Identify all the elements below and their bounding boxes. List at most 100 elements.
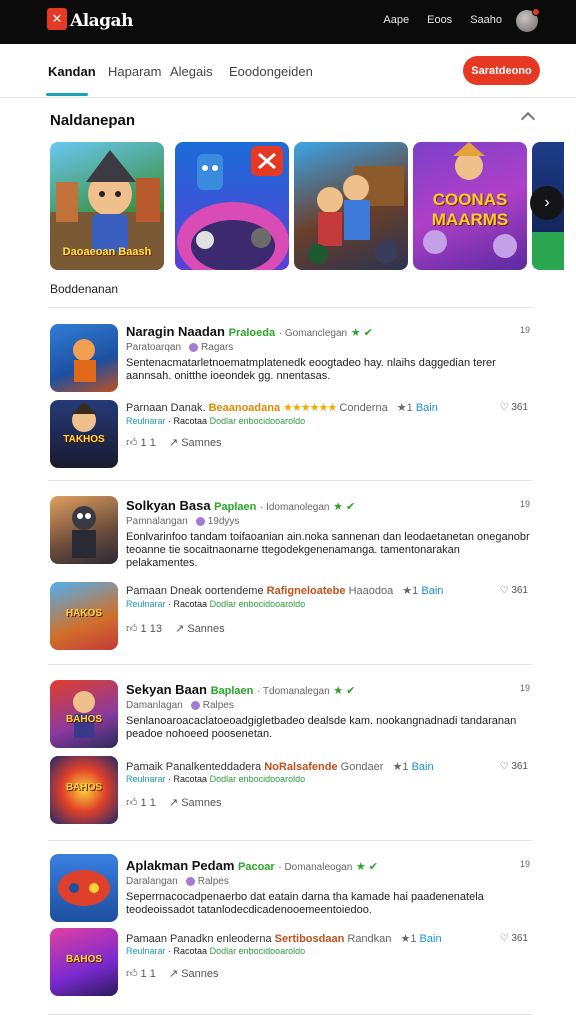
action-row: 👍︎ 1 13 ↗ Sannes xyxy=(126,622,225,635)
sub-item-row: Pamaik Panalkenteddadera NoRalsafende Go… xyxy=(126,760,434,773)
item-title-row: Solkyan Basa Paplaen · Idomanolegan ★ ✔ xyxy=(126,498,356,513)
tag-a[interactable]: Reulnarar xyxy=(126,416,166,426)
action-row: 👍︎ 1 1 ↗ Sannes xyxy=(126,967,219,980)
game-thumbnail[interactable] xyxy=(50,496,118,564)
verified-icon: ★ ✔ xyxy=(355,861,379,873)
sub-item-count: 1 xyxy=(406,402,413,414)
sub-item-title[interactable]: Parnaan Danak. xyxy=(126,402,206,414)
sub-thumbnail[interactable]: BAHOS xyxy=(50,928,118,996)
list-item[interactable]: BAHOS Sekyan Baan Baplaen · Tdomanalegan… xyxy=(48,678,532,828)
sub-item-title[interactable]: Pamaan Panadkn enleoderna xyxy=(126,933,272,945)
item-title[interactable]: Solkyan Basa xyxy=(126,498,211,513)
tag-icon xyxy=(185,876,195,886)
sub-item-count: 1 xyxy=(412,585,419,597)
like-icon[interactable]: 👍︎ 1 xyxy=(126,623,147,635)
share-label[interactable]: Samnes xyxy=(181,797,221,809)
star-rating-icon: ★★★★★★ xyxy=(283,402,337,414)
like-icon[interactable]: 👍︎ 1 xyxy=(126,797,147,809)
gamepad-icon xyxy=(58,870,110,906)
item-author[interactable]: Damanlagan xyxy=(126,700,183,711)
sub-thumbnail[interactable]: HAKOS xyxy=(50,582,118,650)
nav-item-3[interactable]: Saaho xyxy=(470,14,502,26)
primary-cta-button[interactable]: Saratdeono xyxy=(463,56,540,85)
tag-c[interactable]: Dodlar enbocidooaroldo xyxy=(210,416,306,426)
item-badge: Baplaen xyxy=(210,685,254,697)
featured-tile-4[interactable]: COONAS MAARMS xyxy=(413,142,527,270)
item-meta: Tdomanalegan xyxy=(262,686,330,697)
card-divider xyxy=(48,1014,532,1015)
tag-c[interactable]: Dodlar enbocidooaroldo xyxy=(210,774,306,784)
sub-thumbnail[interactable]: TAKHOS xyxy=(50,400,118,468)
comment-count-value: 361 xyxy=(511,402,528,413)
share-icon[interactable]: ↗ xyxy=(175,623,184,635)
comment-count[interactable]: ♡ 361 xyxy=(500,761,528,772)
featured-tile-2[interactable] xyxy=(175,142,289,270)
item-badge: Praloeda xyxy=(228,327,276,339)
featured-tile-3[interactable] xyxy=(294,142,408,270)
item-title[interactable]: Sekyan Baan xyxy=(126,682,207,697)
item-tag: Ragars xyxy=(201,342,234,353)
top-bar: ✕ Alagah Aape Eoos Saaho xyxy=(0,0,576,44)
nav-item-2[interactable]: Eoos xyxy=(427,14,452,26)
tag-a[interactable]: Reulnarar xyxy=(126,774,166,784)
app-logo[interactable]: ✕ xyxy=(47,8,67,30)
game-thumbnail[interactable]: BAHOS xyxy=(50,680,118,748)
tag-a[interactable]: Reulnarar xyxy=(126,599,166,609)
sub-item-title[interactable]: Pamaan Dneak oortendeme xyxy=(126,585,264,597)
game-thumbnail[interactable] xyxy=(50,854,118,922)
comment-count[interactable]: ♡ 361 xyxy=(500,933,528,944)
comment-count[interactable]: ♡ 361 xyxy=(500,585,528,596)
sub-item-row: Pamaan Panadkn enleoderna Sertibosdaan R… xyxy=(126,932,442,945)
sub-item-label: Gondaer xyxy=(340,761,384,773)
share-label[interactable]: Sannes xyxy=(187,623,224,635)
like-count: 13 xyxy=(149,623,162,635)
comment-count[interactable]: ♡ 361 xyxy=(500,402,528,413)
like-icon[interactable]: 👍︎ 1 xyxy=(126,968,147,980)
share-label[interactable]: Sannes xyxy=(181,968,218,980)
sub-item-title[interactable]: Pamaik Panalkenteddadera xyxy=(126,761,261,773)
tab-haparam[interactable]: Haparam xyxy=(108,64,161,79)
heroes-icon xyxy=(308,166,404,264)
featured-tile-4-caption: COONAS MAARMS xyxy=(431,190,509,229)
game-thumbnail[interactable] xyxy=(50,324,118,392)
tag-c[interactable]: Dodlar enbocidooaroldo xyxy=(210,599,306,609)
item-number: 19 xyxy=(519,499,530,509)
comment-count-value: 361 xyxy=(511,585,528,596)
tag-row: Reulnarar · Racotaa Dodlar enbocidooarol… xyxy=(126,774,306,784)
share-label[interactable]: Samnes xyxy=(181,437,221,449)
item-author[interactable]: Daralangan xyxy=(126,876,178,887)
item-author-row: Daralangan Ralpes xyxy=(126,876,229,887)
tab-kandan[interactable]: Kandan xyxy=(48,64,96,79)
nav-item-1[interactable]: Aape xyxy=(383,14,409,26)
share-icon[interactable]: ↗ xyxy=(169,797,178,809)
featured-tile-1[interactable]: Daoaeoan Baash xyxy=(50,142,164,270)
item-author[interactable]: Paratoarqan xyxy=(126,342,181,353)
item-description: Seperrnacocadpenaerbo dat eatain darna t… xyxy=(126,891,484,916)
tag-icon xyxy=(190,700,200,710)
sub-item-score: Bain xyxy=(415,402,438,414)
tab-eoodongeiden[interactable]: Eoodongeiden xyxy=(229,64,313,79)
notification-dot xyxy=(532,8,540,16)
sub-item-rating-label: NoRalsafende xyxy=(264,761,338,773)
chevron-up-icon[interactable] xyxy=(520,111,536,127)
share-icon[interactable]: ↗ xyxy=(169,437,178,449)
list-item[interactable]: Naragin Naadan Praloeda · Gomanclegan ★ … xyxy=(48,320,532,470)
share-icon[interactable]: ↗ xyxy=(169,968,178,980)
list-item[interactable]: Solkyan Basa Paplaen · Idomanolegan ★ ✔ … xyxy=(48,494,532,654)
tag-a[interactable]: Reulnarar xyxy=(126,946,166,956)
tag-c[interactable]: Dodlar enbocidooaroldo xyxy=(210,946,306,956)
carousel-next-button[interactable]: › xyxy=(530,186,564,220)
item-title[interactable]: Naragin Naadan xyxy=(126,324,225,339)
comment-count-value: 361 xyxy=(511,933,528,944)
sub-thumbnail[interactable]: BAHOS xyxy=(50,756,118,824)
sub-item-score: Bain xyxy=(411,761,434,773)
tab-alegais[interactable]: Alegais xyxy=(170,64,213,79)
item-author[interactable]: Pamnalangan xyxy=(126,516,188,527)
item-title[interactable]: Aplakman Pedam xyxy=(126,858,234,873)
item-badge: Pacoar xyxy=(238,861,275,873)
sub-item-rating-label: Sertibosdaan xyxy=(274,933,345,945)
like-icon[interactable]: 👍︎ 1 xyxy=(126,437,147,449)
list-item[interactable]: Aplakman Pedam Pacoar · Domanaleogan ★ ✔… xyxy=(48,854,532,1004)
robot-icon xyxy=(72,506,96,558)
item-badge: Paplaen xyxy=(214,501,257,513)
